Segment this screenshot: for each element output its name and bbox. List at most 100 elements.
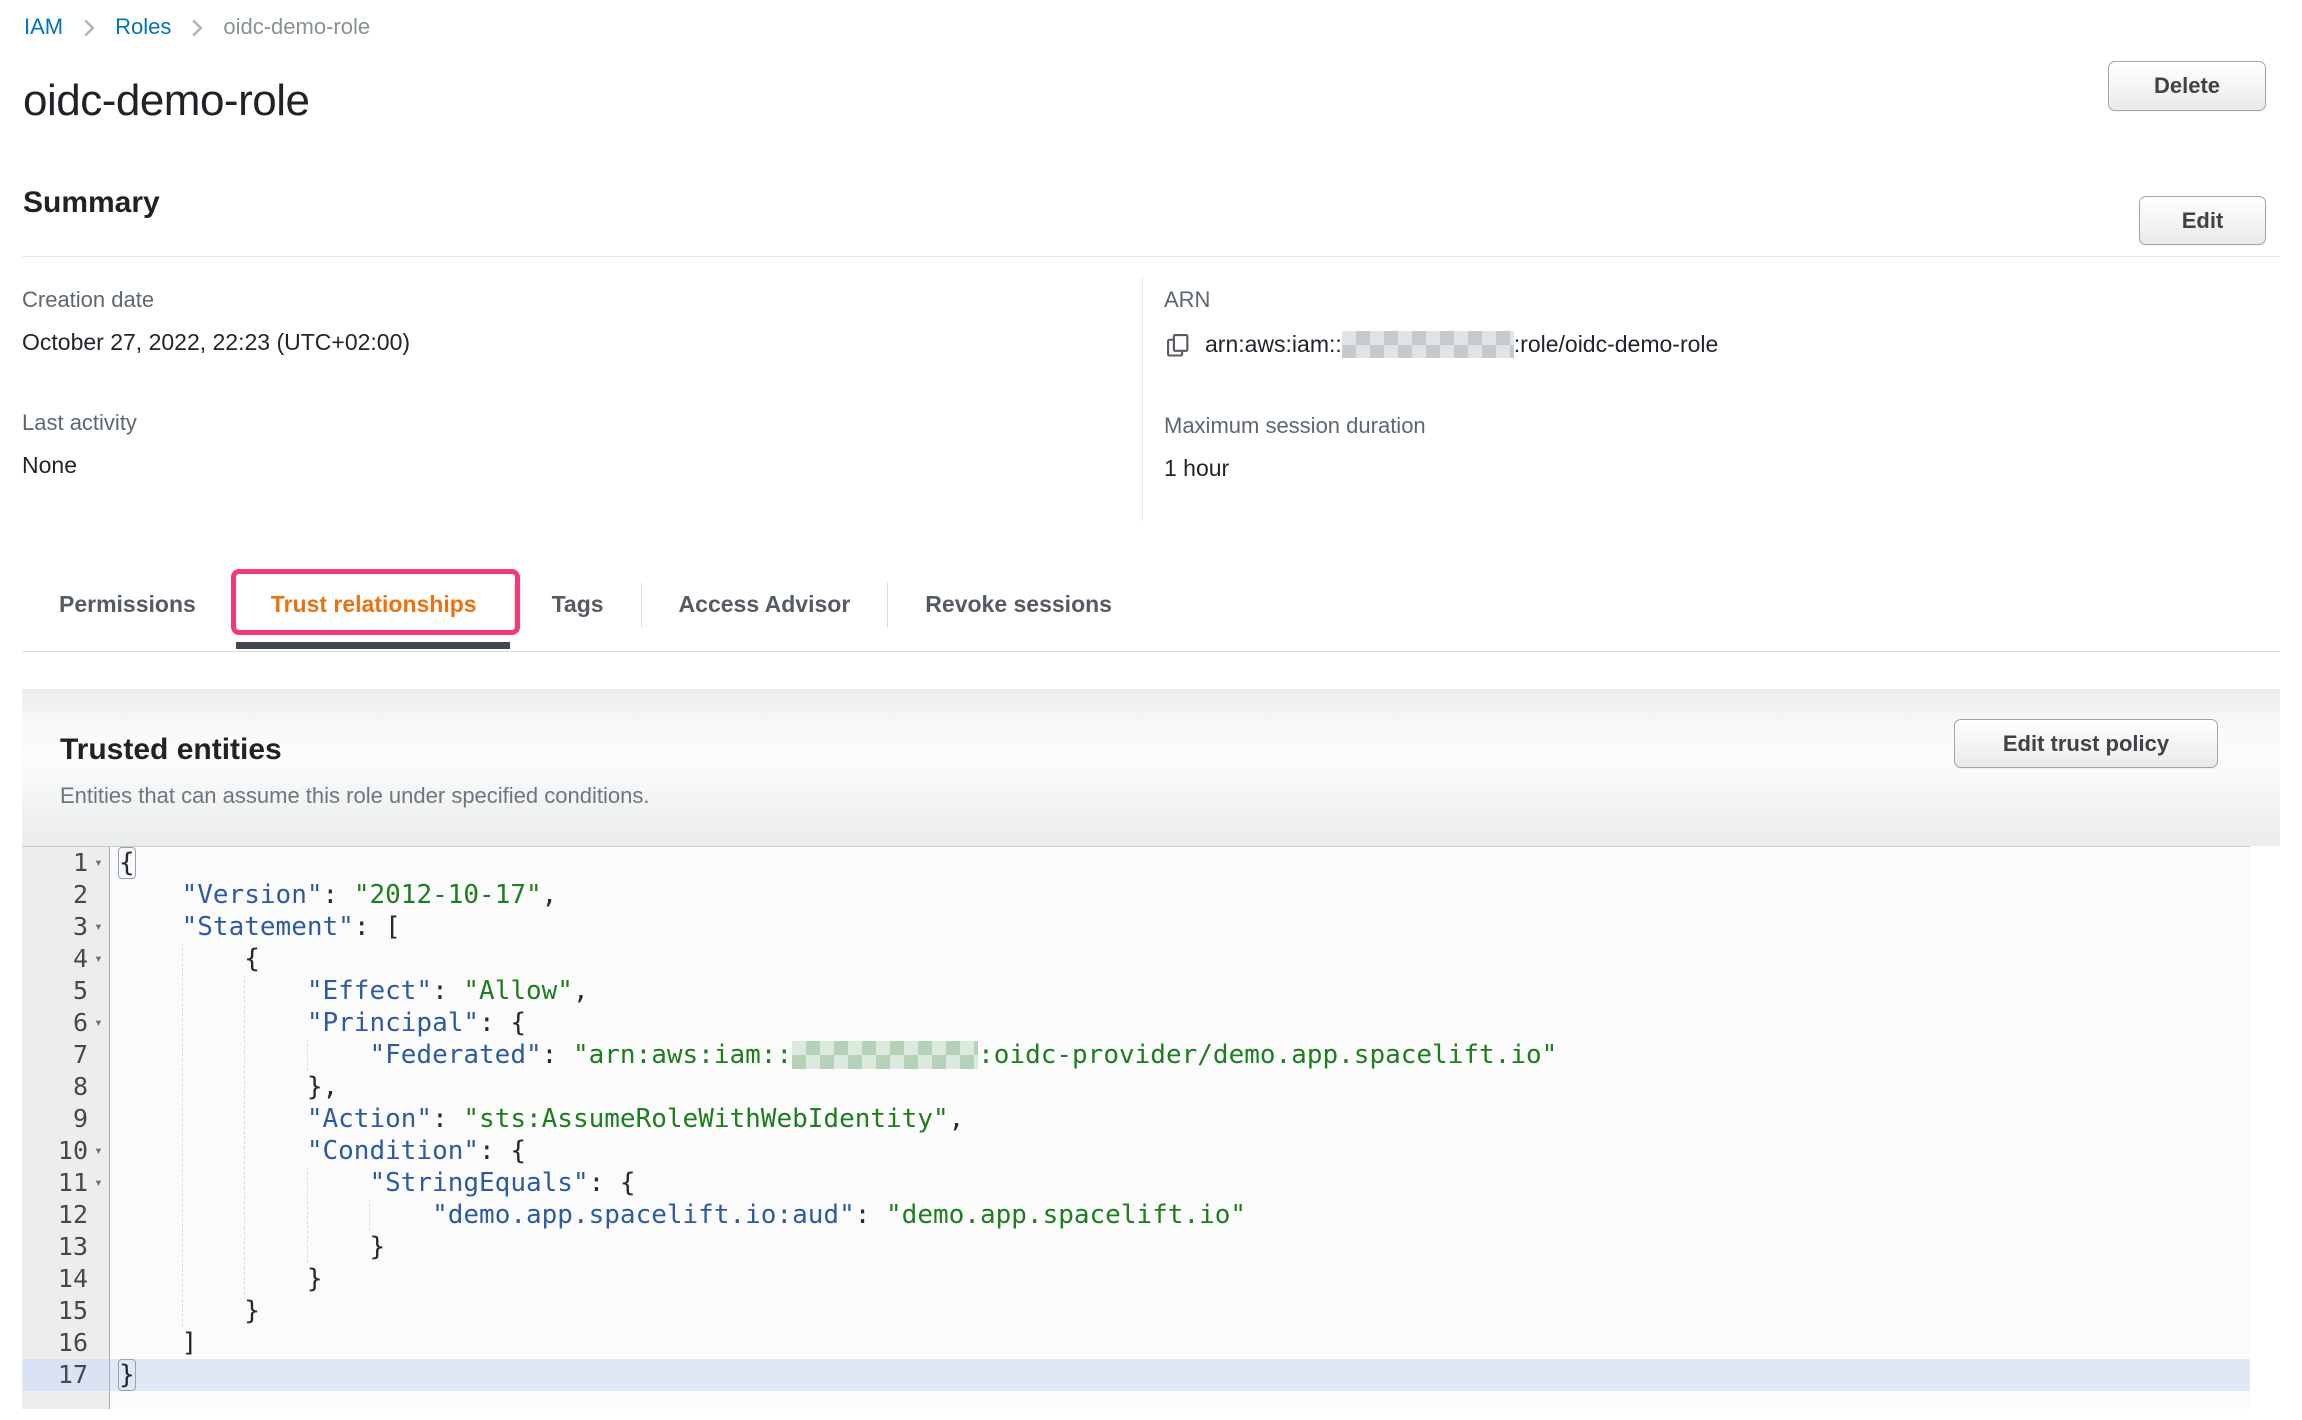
role-tabs: Permissions Trust relationships Tags Acc… — [22, 573, 2280, 652]
json-punctuation — [119, 1136, 307, 1166]
json-punctuation — [119, 880, 182, 910]
chevron-right-icon — [79, 18, 99, 38]
summary-heading: Summary — [23, 186, 2302, 220]
json-key: "StringEquals" — [369, 1168, 588, 1198]
json-punctuation — [119, 1104, 307, 1134]
code-line-16[interactable]: ] — [119, 1327, 2250, 1359]
line-number: 13 — [58, 1231, 88, 1263]
tab-trust-relationships[interactable]: Trust relationships — [234, 573, 514, 651]
gutter-line-15: 15 — [22, 1295, 109, 1327]
code-line-9[interactable]: "Action": "sts:AssumeRoleWithWebIdentity… — [119, 1103, 2250, 1135]
trusted-entities-heading: Trusted entities — [60, 733, 2280, 767]
gutter-line-17: 17 — [22, 1359, 109, 1391]
json-punctuation: : { — [479, 1136, 526, 1166]
breadcrumb-iam[interactable]: IAM — [24, 14, 63, 40]
gutter-line-2: 2 — [22, 879, 109, 911]
line-number: 2 — [73, 879, 88, 911]
json-punctuation — [119, 1168, 369, 1198]
fold-arrow-icon[interactable]: ▾ — [88, 943, 109, 975]
json-punctuation: : { — [479, 1008, 526, 1038]
json-punctuation: : — [432, 1104, 463, 1134]
json-string: :oidc-provider/demo.app.spacelift.io" — [978, 1040, 1557, 1070]
breadcrumb-roles[interactable]: Roles — [115, 14, 171, 40]
code-line-2[interactable]: "Version": "2012-10-17", — [119, 879, 2250, 911]
json-punctuation — [119, 1008, 307, 1038]
json-punctuation — [119, 976, 307, 1006]
json-punctuation: : { — [589, 1168, 636, 1198]
line-number: 11 — [58, 1167, 88, 1199]
redacted-account-id — [1342, 331, 1514, 358]
edit-trust-policy-button[interactable]: Edit trust policy — [1954, 719, 2218, 768]
gutter-line-6: 6▾ — [22, 1007, 109, 1039]
json-key: "Action" — [307, 1104, 432, 1134]
tab-tags[interactable]: Tags — [515, 573, 641, 651]
gutter-line-1: 1▾ — [22, 847, 109, 879]
code-line-10[interactable]: "Condition": { — [119, 1135, 2250, 1167]
json-string: "Allow" — [463, 976, 573, 1006]
json-punctuation: , — [949, 1104, 965, 1134]
code-line-15[interactable]: } — [119, 1295, 2250, 1327]
copy-icon[interactable] — [1164, 331, 1192, 359]
trust-policy-editor[interactable]: 1▾23▾4▾56▾78910▾11▾121314151617 { "Versi… — [22, 846, 2250, 1409]
json-punctuation: ] — [119, 1328, 197, 1358]
fold-arrow-icon[interactable]: ▾ — [88, 847, 109, 879]
line-number: 7 — [73, 1039, 88, 1071]
json-key: "Effect" — [307, 976, 432, 1006]
line-number: 14 — [58, 1263, 88, 1295]
code-line-17[interactable]: } — [110, 1359, 2250, 1391]
gutter-line-14: 14 — [22, 1263, 109, 1295]
code-line-7[interactable]: "Federated": "arn:aws:iam:::oidc-provide… — [119, 1039, 2250, 1071]
line-number: 5 — [73, 975, 88, 1007]
last-activity-label: Last activity — [22, 410, 1142, 436]
gutter-line-9: 9 — [22, 1103, 109, 1135]
gutter-line-8: 8 — [22, 1071, 109, 1103]
fold-arrow-icon[interactable]: ▾ — [88, 911, 109, 943]
gutter-line-5: 5 — [22, 975, 109, 1007]
trusted-entities-header: Trusted entities Entities that can assum… — [22, 689, 2280, 846]
line-number: 10 — [58, 1135, 88, 1167]
json-string: "sts:AssumeRoleWithWebIdentity" — [463, 1104, 948, 1134]
gutter-line-10: 10▾ — [22, 1135, 109, 1167]
code-line-12[interactable]: "demo.app.spacelift.io:aud": "demo.app.s… — [119, 1199, 2250, 1231]
code-line-1[interactable]: { — [119, 847, 2250, 879]
code-line-5[interactable]: "Effect": "Allow", — [119, 975, 2250, 1007]
code-line-8[interactable]: }, — [119, 1071, 2250, 1103]
active-tab-underline — [236, 642, 510, 649]
json-punctuation — [119, 1040, 369, 1070]
redacted-account-id — [792, 1041, 978, 1069]
line-number: 15 — [58, 1295, 88, 1327]
code-line-14[interactable]: } — [119, 1263, 2250, 1295]
json-key: "Federated" — [369, 1040, 541, 1070]
code-line-4[interactable]: { — [119, 943, 2250, 975]
arn-value-row: arn:aws:iam:::role/oidc-demo-role — [1164, 329, 2280, 359]
edit-button[interactable]: Edit — [2139, 196, 2266, 245]
tab-revoke-sessions[interactable]: Revoke sessions — [888, 573, 1149, 651]
editor-code[interactable]: { "Version": "2012-10-17", "Statement": … — [110, 847, 2250, 1409]
fold-arrow-icon[interactable]: ▾ — [88, 1007, 109, 1039]
json-punctuation: : — [432, 976, 463, 1006]
code-line-3[interactable]: "Statement": [ — [119, 911, 2250, 943]
summary-divider — [22, 256, 2280, 257]
json-key: "Version" — [182, 880, 323, 910]
line-number: 8 — [73, 1071, 88, 1103]
json-string: "2012-10-17" — [354, 880, 542, 910]
delete-button[interactable]: Delete — [2108, 61, 2266, 111]
max-session-label: Maximum session duration — [1164, 413, 2280, 439]
breadcrumb: IAM Roles oidc-demo-role — [0, 0, 2302, 40]
summary-right-column: ARN arn:aws:iam:::role/oidc-demo-role Ma… — [1142, 271, 2280, 521]
tab-permissions[interactable]: Permissions — [22, 573, 233, 651]
trusted-entities-panel: Trusted entities Entities that can assum… — [22, 689, 2280, 1409]
line-number: 9 — [73, 1103, 88, 1135]
json-punctuation: : [ — [354, 912, 401, 942]
fold-arrow-icon[interactable]: ▾ — [88, 1167, 109, 1199]
json-punctuation: } — [119, 1232, 385, 1262]
json-key: "Statement" — [182, 912, 354, 942]
tab-access-advisor[interactable]: Access Advisor — [642, 573, 888, 651]
code-line-6[interactable]: "Principal": { — [119, 1007, 2250, 1039]
code-line-11[interactable]: "StringEquals": { — [119, 1167, 2250, 1199]
summary-section: Creation date October 27, 2022, 22:23 (U… — [22, 271, 2280, 521]
gutter-line-11: 11▾ — [22, 1167, 109, 1199]
fold-arrow-icon[interactable]: ▾ — [88, 1135, 109, 1167]
json-key: "demo.app.spacelift.io:aud" — [432, 1200, 855, 1230]
code-line-13[interactable]: } — [119, 1231, 2250, 1263]
